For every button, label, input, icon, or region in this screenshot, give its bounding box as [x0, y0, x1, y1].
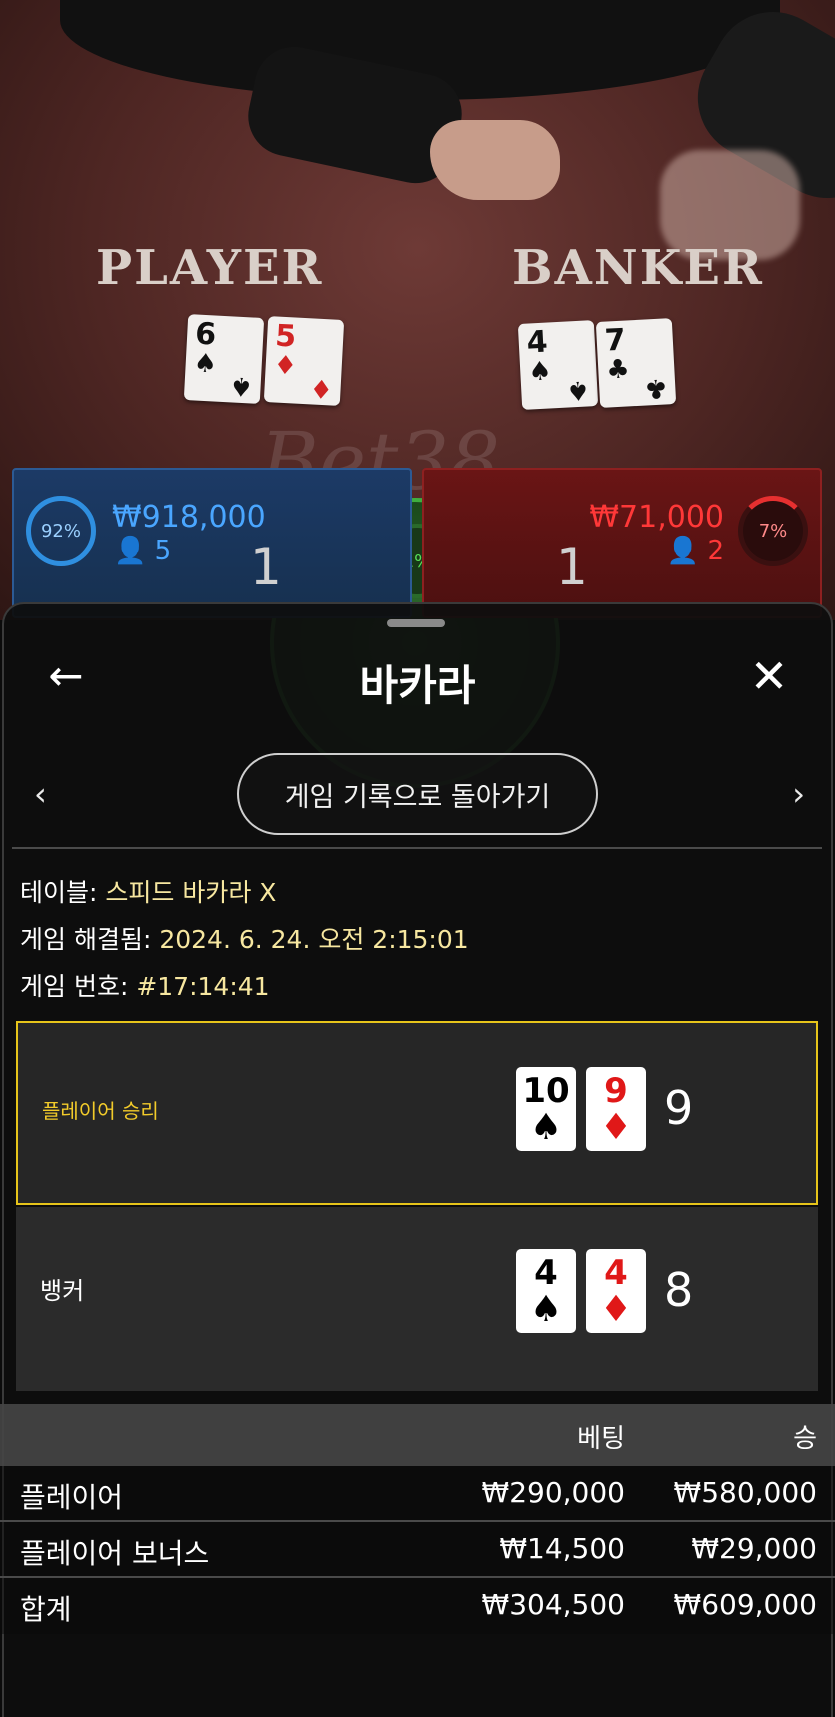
sheet-title: 바카라 [359, 661, 476, 710]
chevron-left-icon[interactable]: ‹ [34, 775, 47, 813]
banker-bet-amount: ₩71,000 [589, 500, 724, 535]
table-row: 플레이어 보너스 ₩14,500 ₩29,000 [0, 1522, 835, 1578]
bet-amount: ₩14,500 [499, 1532, 625, 1565]
table-row: 합계 ₩304,500 ₩609,000 [0, 1578, 835, 1634]
banker-result-row: 뱅커 4 ♠ 4 ♦ 8 [16, 1207, 818, 1391]
back-arrow-icon[interactable]: ← [40, 650, 92, 702]
banker-score: 8 [664, 1263, 694, 1317]
banker-percent-ring: 7% [738, 496, 808, 566]
player-total: 1 [250, 538, 282, 596]
column-win: 승 [793, 1424, 817, 1454]
close-icon[interactable]: ✕ [743, 650, 795, 702]
bet-amount: ₩290,000 [481, 1476, 625, 1509]
result-card: 9 ♦ [586, 1067, 646, 1151]
bet-name: 플레이어 [20, 1481, 124, 1514]
table-card: 7 ♣ ♣ [595, 318, 677, 408]
banker-total: 1 [556, 538, 588, 596]
person-icon: 👤 [114, 536, 147, 566]
table-card: 6 ♠ ♠ [183, 314, 265, 404]
player-area-label: PLAYER [96, 240, 324, 296]
player-bettor-count: 👤 5 [114, 536, 172, 566]
bet-name: 플레이어 보너스 [20, 1537, 210, 1570]
banker-bet-panel[interactable]: 1 ₩71,000 👤 2 7% [422, 468, 822, 618]
player-result-row: 플레이어 승리 10 ♠ 9 ♦ 9 [16, 1021, 818, 1205]
player-score: 9 [664, 1081, 694, 1135]
info-table: 테이블: 스피드 바카라 X [20, 878, 277, 907]
win-amount: ₩609,000 [673, 1588, 817, 1621]
win-amount: ₩29,000 [691, 1532, 817, 1565]
bet-name: 합계 [20, 1593, 72, 1626]
table-card: 4 ♠ ♠ [517, 320, 599, 410]
info-resolved: 게임 해결됨: 2024. 6. 24. 오전 2:15:01 [20, 925, 469, 954]
column-bet: 베팅 [577, 1424, 625, 1454]
player-bet-amount: ₩918,000 [112, 500, 266, 535]
table-row: 플레이어 ₩290,000 ₩580,000 [0, 1466, 835, 1522]
info-round: 게임 번호: #17:14:41 [20, 972, 270, 1001]
sheet-drag-handle[interactable] [387, 619, 445, 627]
divider [12, 847, 822, 849]
bet-amount: ₩304,500 [481, 1588, 625, 1621]
banker-bettor-count: 👤 2 [666, 536, 724, 566]
player-bet-panel[interactable]: 92% ₩918,000 👤 5 1 [12, 468, 412, 618]
back-to-history-button[interactable]: 게임 기록으로 돌아가기 [237, 753, 598, 835]
player-result-label: 플레이어 승리 [42, 1099, 159, 1123]
player-percent-ring: 92% [26, 496, 96, 566]
result-card: 10 ♠ [516, 1067, 576, 1151]
banker-area-label: BANKER [512, 240, 764, 296]
person-icon: 👤 [666, 536, 700, 566]
chevron-right-icon[interactable]: › [792, 775, 805, 813]
result-card: 4 ♦ [586, 1249, 646, 1333]
result-card: 4 ♠ [516, 1249, 576, 1333]
bets-table-header: 베팅 승 [0, 1404, 835, 1466]
dealer-hand [430, 120, 560, 200]
banker-result-label: 뱅커 [40, 1277, 85, 1305]
win-amount: ₩580,000 [673, 1476, 817, 1509]
table-card: 5 ♦ ♦ [263, 316, 345, 406]
